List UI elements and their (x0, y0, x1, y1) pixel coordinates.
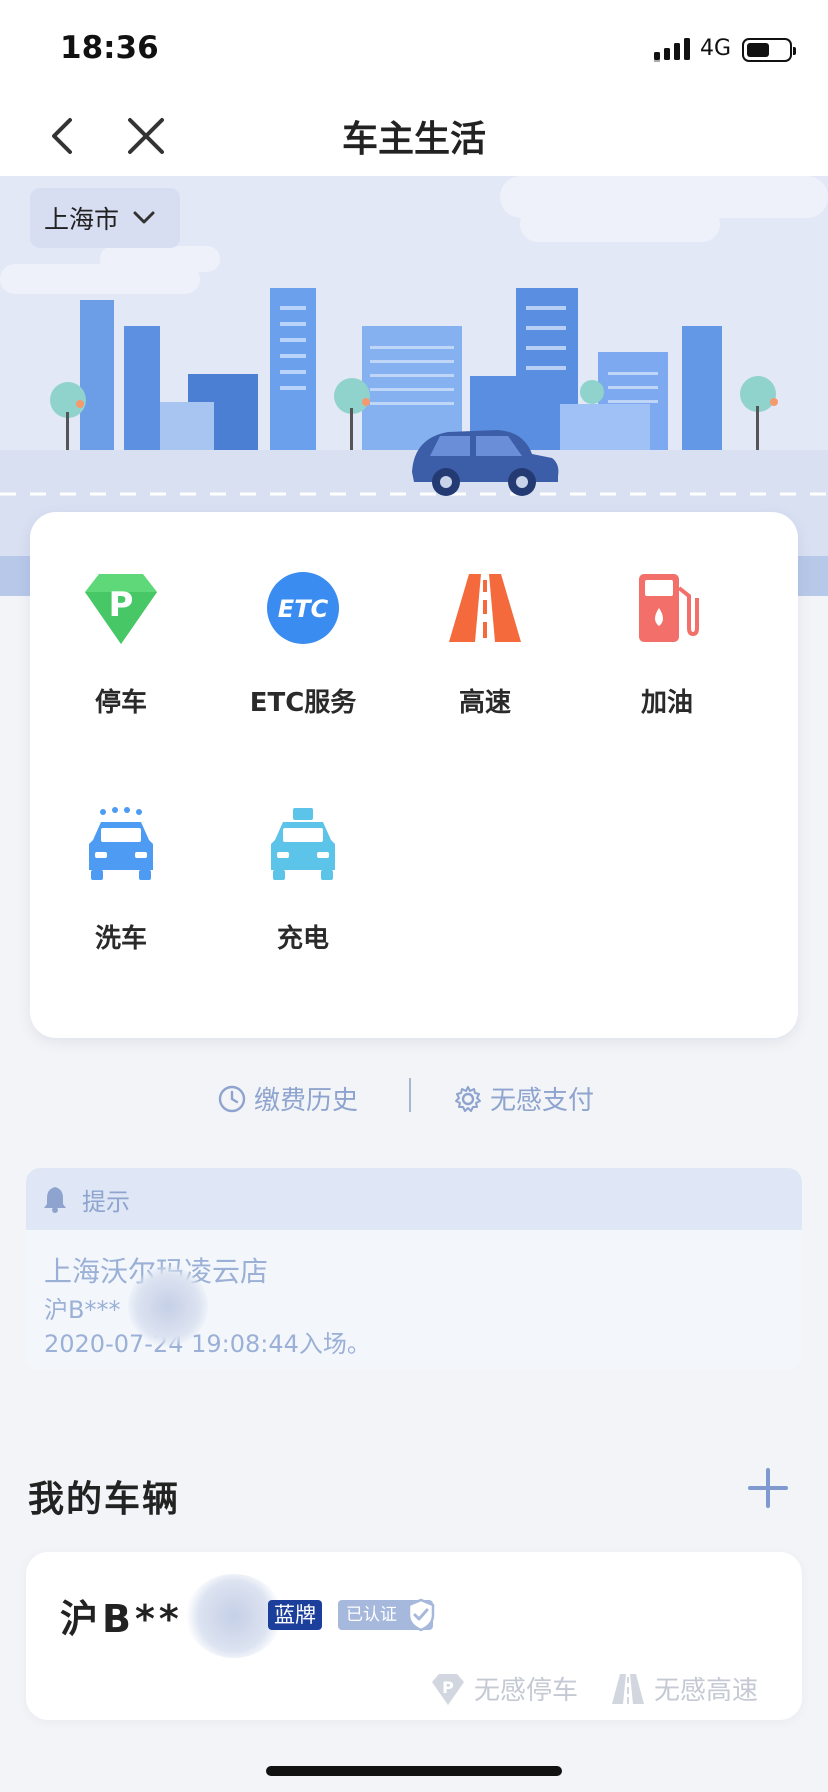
service-label: 加油 (640, 688, 693, 718)
notice-header: 提示 (26, 1168, 802, 1230)
feature-label: 无感高速 (654, 1676, 759, 1706)
quick-links: 缴费历史 无感支付 (0, 1076, 828, 1120)
battery-icon (742, 38, 796, 62)
feature-seamless-parking: P 无感停车 (430, 1670, 578, 1707)
seamless-pay-label: 无感支付 (490, 1086, 595, 1116)
add-vehicle-icon[interactable] (746, 1466, 790, 1510)
etc-icon: ETC (267, 572, 339, 644)
city-selector[interactable]: 上海市 (30, 188, 180, 248)
verified-label: 已认证 (346, 1605, 397, 1625)
my-vehicles-title: 我的车辆 (28, 1479, 181, 1520)
svg-text:P: P (109, 585, 134, 625)
service-label: 高速 (458, 688, 511, 718)
status-time: 18:36 (60, 30, 159, 66)
vehicle-card[interactable]: 沪B** 蓝牌 已认证 P 无感停车 无感高速 (26, 1552, 802, 1720)
redaction-blur (128, 1266, 208, 1346)
clock-icon (218, 1085, 246, 1112)
gear-icon (455, 1085, 481, 1112)
notice-plate: 沪B*** (44, 1296, 121, 1324)
status-bar: 18:36 4G (0, 0, 828, 96)
nav-bar: 车主生活 (0, 96, 828, 176)
svg-text:ETC: ETC (278, 595, 329, 623)
service-car-wash[interactable]: 洗车 (30, 748, 212, 954)
payment-history-link[interactable]: 缴费历史 (218, 1080, 358, 1117)
bell-icon (44, 1187, 66, 1213)
service-fuel[interactable]: 加油 (576, 512, 758, 718)
notice-entry-time: 2020-07-24 19:08:44入场。 (44, 1330, 371, 1358)
svg-text:P: P (442, 1678, 454, 1697)
seamless-pay-link[interactable]: 无感支付 (454, 1080, 594, 1117)
chevron-down-icon (133, 211, 155, 224)
city-label: 上海市 (44, 205, 120, 234)
page-title: 车主生活 (341, 119, 486, 160)
service-label: 充电 (276, 924, 329, 954)
notice-card[interactable]: 提示 上海沃尔玛凌云店 沪B*** 2020-07-24 19:08:44入场。 (26, 1168, 802, 1370)
plate-type-badge: 蓝牌 (268, 1600, 322, 1630)
feature-label: 无感停车 (474, 1676, 579, 1706)
feature-seamless-highway: 无感高速 (610, 1670, 758, 1707)
highway-icon (449, 574, 521, 642)
parking-icon: P (432, 1673, 464, 1705)
parking-icon: P (85, 574, 157, 644)
vehicle-plate: 沪B** (60, 1597, 183, 1641)
payment-history-label: 缴费历史 (254, 1086, 359, 1116)
service-label: 洗车 (94, 924, 147, 954)
network-label: 4G (700, 36, 732, 61)
shield-check-icon (407, 1598, 435, 1632)
highway-icon (612, 1673, 644, 1704)
services-card: P 停车 ETC ETC服务 高速 加油 洗车 充电 (30, 512, 798, 1038)
service-charging[interactable]: 充电 (212, 748, 394, 954)
verified-badge: 已认证 (338, 1598, 435, 1632)
signal-icon (654, 38, 690, 62)
home-indicator[interactable] (266, 1766, 562, 1776)
link-divider (409, 1078, 411, 1112)
charging-icon (271, 808, 335, 880)
service-parking[interactable]: P 停车 (30, 512, 212, 718)
service-label: 停车 (94, 688, 147, 718)
car-wash-icon (89, 807, 153, 880)
notice-title: 提示 (82, 1187, 130, 1216)
service-label: ETC服务 (249, 688, 357, 718)
service-etc[interactable]: ETC ETC服务 (212, 512, 394, 718)
fuel-icon (639, 574, 699, 642)
service-highway[interactable]: 高速 (394, 512, 576, 718)
